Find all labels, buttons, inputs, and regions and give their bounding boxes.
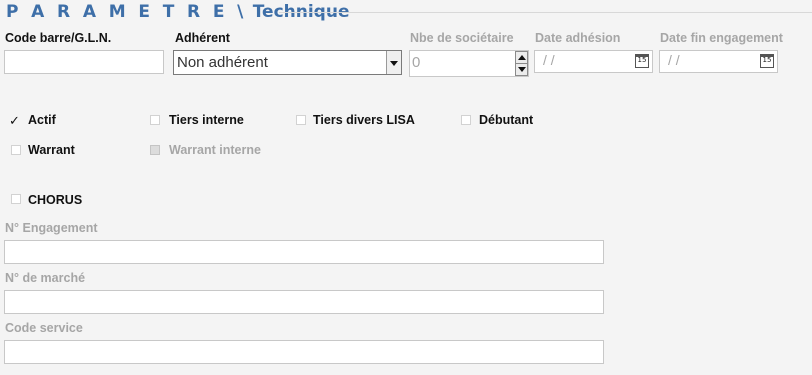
warrant-interne-checkbox bbox=[150, 145, 160, 155]
engagement-input[interactable] bbox=[4, 240, 604, 264]
debutant-checkbox[interactable] bbox=[461, 115, 471, 125]
code-service-input[interactable] bbox=[4, 340, 604, 364]
nbe-societaire-label: Nbe de sociétaire bbox=[410, 31, 514, 45]
chorus-checkbox[interactable] bbox=[11, 194, 21, 204]
tiers-divers-lisa-checkbox[interactable] bbox=[296, 115, 306, 125]
date-adhesion-input[interactable]: / / 15 bbox=[534, 50, 653, 73]
actif-label[interactable]: Actif bbox=[28, 113, 56, 127]
date-fin-engagement-label: Date fin engagement bbox=[660, 31, 783, 45]
nbe-societaire-value: 0 bbox=[412, 54, 421, 71]
code-service-label: Code service bbox=[5, 321, 83, 335]
warrant-label[interactable]: Warrant bbox=[28, 143, 75, 157]
section-title-prefix: P A R A M E T R E \ bbox=[6, 2, 247, 22]
stepper-buttons bbox=[515, 51, 528, 76]
date-fin-engagement-value: / / bbox=[668, 52, 680, 68]
code-barre-input[interactable] bbox=[4, 50, 164, 74]
adherent-select[interactable]: Non adhérent bbox=[173, 50, 402, 75]
marche-input[interactable] bbox=[4, 290, 604, 314]
debutant-label[interactable]: Débutant bbox=[479, 113, 533, 127]
engagement-label: N° Engagement bbox=[5, 221, 98, 235]
tiers-interne-label[interactable]: Tiers interne bbox=[169, 113, 244, 127]
dropdown-arrow-icon[interactable] bbox=[386, 51, 401, 74]
parametre-technique-panel: P A R A M E T R E \ Technique Code barre… bbox=[0, 0, 812, 375]
warrant-checkbox[interactable] bbox=[11, 145, 21, 155]
tiers-interne-checkbox[interactable] bbox=[150, 115, 160, 125]
actif-checkbox[interactable]: ✓ bbox=[9, 113, 20, 128]
chorus-label[interactable]: CHORUS bbox=[28, 193, 82, 207]
adherent-selected-value: Non adhérent bbox=[177, 54, 268, 71]
section-title-divider bbox=[279, 12, 812, 13]
stepper-down-icon[interactable] bbox=[515, 63, 528, 76]
date-adhesion-value: / / bbox=[543, 52, 555, 68]
nbe-societaire-stepper[interactable]: 0 bbox=[409, 50, 529, 77]
date-fin-engagement-input[interactable]: / / 15 bbox=[659, 50, 778, 73]
adherent-label: Adhérent bbox=[175, 31, 230, 45]
marche-label: N° de marché bbox=[5, 271, 86, 285]
tiers-divers-lisa-label[interactable]: Tiers divers LISA bbox=[313, 113, 415, 127]
calendar-icon[interactable]: 15 bbox=[760, 54, 774, 68]
warrant-interne-label: Warrant interne bbox=[169, 143, 261, 157]
calendar-icon[interactable]: 15 bbox=[635, 54, 649, 68]
checkmark-icon: ✓ bbox=[9, 113, 20, 128]
date-adhesion-label: Date adhésion bbox=[535, 31, 621, 45]
code-barre-label: Code barre/G.L.N. bbox=[5, 31, 112, 45]
